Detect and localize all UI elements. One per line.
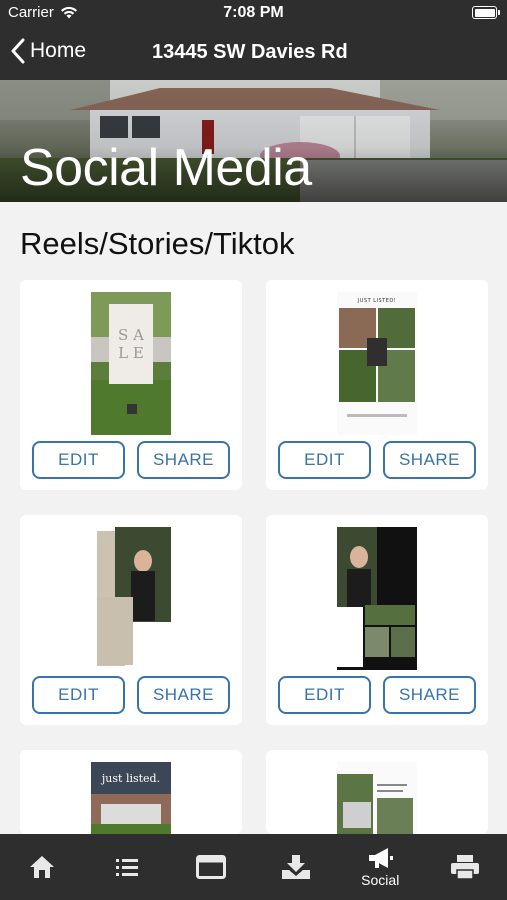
thumb-text: just listed. <box>100 772 160 785</box>
banner-title: Social Media <box>20 139 312 197</box>
template-thumbnail[interactable]: just listed. <box>91 762 171 834</box>
template-card: S A L E EDIT SHARE <box>20 280 242 490</box>
template-thumbnail[interactable] <box>337 762 417 834</box>
share-button[interactable]: SHARE <box>383 441 476 479</box>
template-thumbnail[interactable]: S A L E <box>91 292 171 435</box>
share-button[interactable]: SHARE <box>383 676 476 714</box>
template-thumbnail[interactable] <box>91 527 171 670</box>
header-banner: Social Media <box>0 80 507 202</box>
navigation-bar: Home 13445 SW Davies Rd <box>0 26 507 80</box>
template-thumbnail[interactable]: JUST LISTED! <box>337 292 417 435</box>
printer-icon <box>450 855 479 880</box>
template-card: EDIT SHARE <box>20 515 242 725</box>
status-bar: Carrier 7:08 PM <box>0 0 507 26</box>
section-title: Reels/Stories/Tiktok <box>20 226 295 261</box>
megaphone-icon <box>369 848 394 868</box>
tab-social[interactable]: Social <box>338 834 423 900</box>
share-button[interactable]: SHARE <box>137 441 230 479</box>
edit-button[interactable]: EDIT <box>32 441 125 479</box>
tab-home[interactable] <box>0 834 85 900</box>
template-card: JUST LISTED! EDIT SHARE <box>266 280 488 490</box>
status-time: 7:08 PM <box>223 4 284 21</box>
edit-button[interactable]: EDIT <box>278 676 371 714</box>
svg-text:S A: S A <box>118 326 144 344</box>
browser-window-icon <box>196 855 227 879</box>
home-icon <box>30 856 55 878</box>
tab-print[interactable] <box>423 834 507 900</box>
tab-browser[interactable] <box>169 834 254 900</box>
page-title: 13445 SW Davies Rd <box>152 41 348 63</box>
template-thumbnail[interactable] <box>337 527 417 670</box>
tab-bar: Social <box>0 834 507 900</box>
list-icon <box>115 859 138 876</box>
tab-list[interactable] <box>85 834 170 900</box>
battery-icon <box>472 6 500 19</box>
chevron-left-icon <box>11 38 25 64</box>
edit-button[interactable]: EDIT <box>32 676 125 714</box>
share-button[interactable]: SHARE <box>137 676 230 714</box>
template-card: just listed. <box>20 750 242 834</box>
svg-text:L E: L E <box>118 344 144 362</box>
download-icon <box>281 855 310 879</box>
tab-download[interactable] <box>254 834 339 900</box>
tab-social-label: Social <box>361 872 400 888</box>
template-card: EDIT SHARE <box>266 515 488 725</box>
edit-button[interactable]: EDIT <box>278 441 371 479</box>
svg-text:JUST LISTED!: JUST LISTED! <box>357 298 396 304</box>
back-button[interactable]: Home <box>10 38 86 64</box>
template-card <box>266 750 488 834</box>
back-label: Home <box>30 39 87 62</box>
